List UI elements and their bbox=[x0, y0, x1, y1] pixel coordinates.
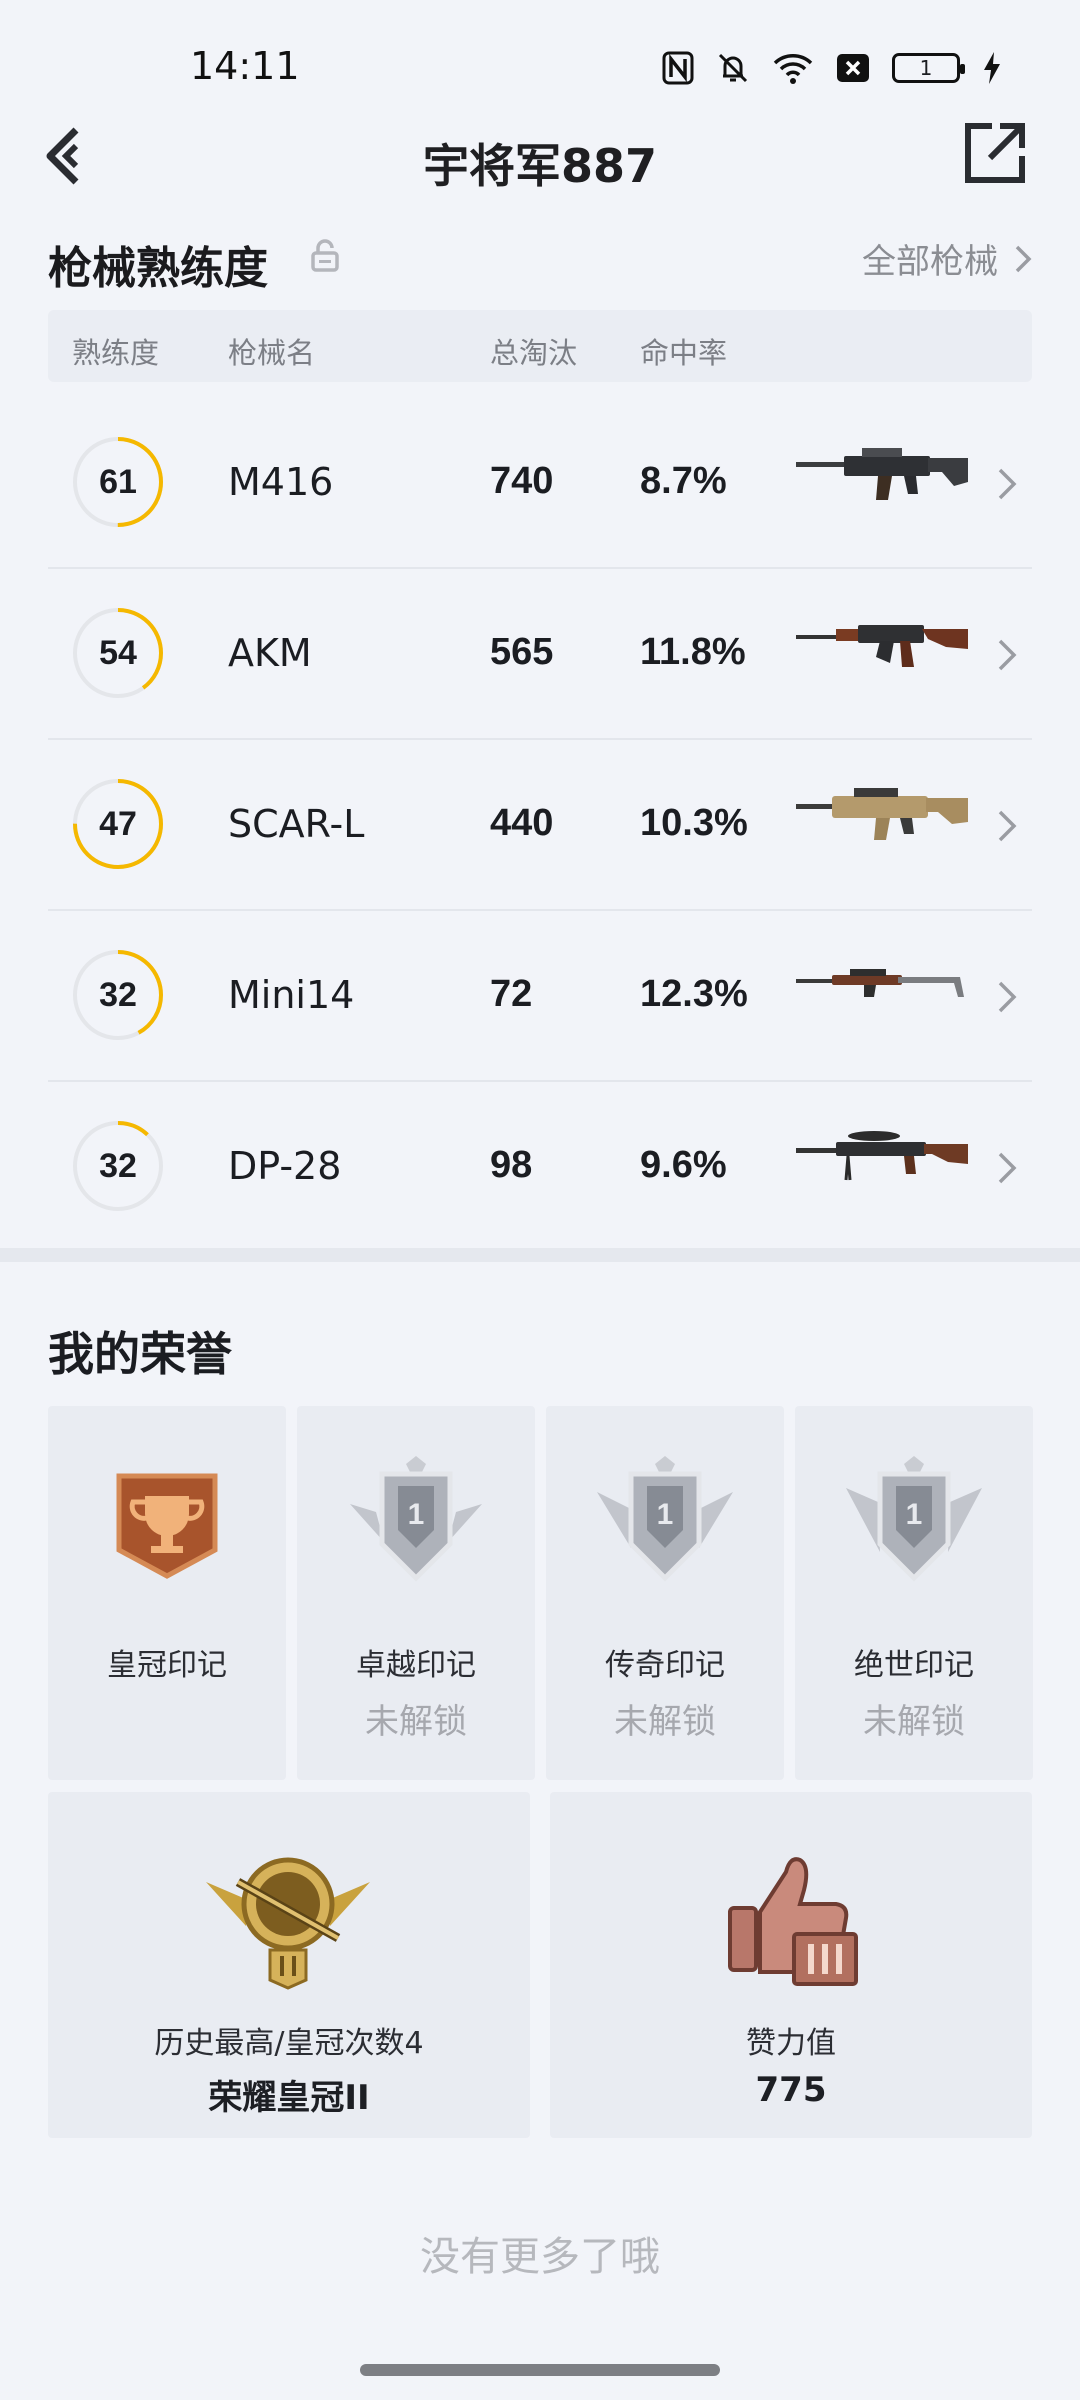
weapon-hit-rate: 11.8% bbox=[640, 631, 746, 673]
column-proficiency: 熟练度 bbox=[72, 336, 160, 370]
charging-icon bbox=[982, 51, 1002, 85]
all-weapons-link[interactable]: 全部枪械 bbox=[862, 234, 1032, 283]
svg-text:1: 1 bbox=[408, 1498, 425, 1531]
weapon-kills: 565 bbox=[490, 631, 554, 673]
weapon-hit-rate: 8.7% bbox=[640, 460, 727, 502]
mute-icon bbox=[716, 51, 750, 85]
proficiency-ring: 32 bbox=[70, 947, 166, 1043]
scar-l-rifle-image bbox=[796, 788, 968, 840]
column-weapon-name: 枪械名 bbox=[228, 336, 316, 370]
status-time: 14:11 bbox=[190, 44, 300, 88]
badge-peerless-mark[interactable]: 1 绝世印记 未解锁 bbox=[795, 1406, 1033, 1780]
stat-value: 775 bbox=[755, 2070, 827, 2110]
weapon-list: 61 M416 740 8.7% 54 AKM 565 11.8% 47 SCA… bbox=[48, 398, 1032, 1253]
wifi-icon bbox=[772, 51, 814, 85]
likes-card[interactable]: 赞力值 775 bbox=[550, 1792, 1032, 2138]
badge-lock-status: 未解锁 bbox=[365, 1702, 467, 1742]
proficiency-level: 32 bbox=[99, 975, 137, 1014]
weapon-section-title: 枪械熟练度 bbox=[48, 243, 268, 294]
share-button[interactable] bbox=[962, 120, 1028, 186]
weapon-row[interactable]: 61 M416 740 8.7% bbox=[48, 398, 1032, 569]
proficiency-level: 61 bbox=[99, 462, 137, 501]
badge-crown-mark[interactable]: 皇冠印记 bbox=[48, 1406, 286, 1780]
column-total-kills: 总淘汰 bbox=[490, 336, 578, 370]
proficiency-ring: 61 bbox=[70, 434, 166, 530]
weapon-hit-rate: 12.3% bbox=[640, 973, 748, 1015]
battery-icon: 1 bbox=[892, 53, 965, 83]
badge-lock-status: 未解锁 bbox=[863, 1702, 965, 1742]
weapon-kills: 440 bbox=[490, 802, 554, 844]
proficiency-level: 54 bbox=[99, 633, 137, 672]
proficiency-level: 32 bbox=[99, 1146, 137, 1185]
chevron-right-icon bbox=[1015, 245, 1032, 272]
weapon-name: SCAR-L bbox=[228, 802, 365, 846]
all-weapons-label: 全部枪械 bbox=[862, 242, 998, 282]
silver-rank-badge-icon: 1 bbox=[597, 1456, 733, 1582]
lock-icon[interactable] bbox=[310, 238, 340, 272]
svg-text:1: 1 bbox=[906, 1498, 923, 1531]
bronze-trophy-badge-icon bbox=[116, 1473, 218, 1579]
no-sim-icon bbox=[836, 53, 870, 83]
battery-level: 1 bbox=[919, 56, 933, 80]
weapon-kills: 98 bbox=[490, 1144, 533, 1186]
weapon-name: Mini14 bbox=[228, 973, 355, 1017]
weapon-name: DP-28 bbox=[228, 1144, 342, 1188]
weapon-kills: 740 bbox=[490, 460, 554, 502]
mini14-rifle-image bbox=[796, 969, 964, 997]
badge-excellence-mark[interactable]: 1 卓越印记 未解锁 bbox=[297, 1406, 535, 1780]
honor-section-title: 我的荣誉 bbox=[48, 1327, 232, 1381]
proficiency-ring: 47 bbox=[70, 776, 166, 872]
home-indicator[interactable] bbox=[360, 2364, 720, 2376]
top-nav-bar: 宇将军887 bbox=[0, 100, 1080, 210]
proficiency-ring: 54 bbox=[70, 605, 166, 701]
chevron-right-icon bbox=[998, 468, 1017, 500]
weapon-row[interactable]: 54 AKM 565 11.8% bbox=[48, 569, 1032, 740]
weapon-hit-rate: 10.3% bbox=[640, 802, 748, 844]
weapon-row[interactable]: 47 SCAR-L 440 10.3% bbox=[48, 740, 1032, 911]
svg-text:1: 1 bbox=[657, 1498, 674, 1531]
weapon-kills: 72 bbox=[490, 973, 533, 1015]
page-title: 宇将军887 bbox=[422, 139, 658, 193]
stat-value: 荣耀皇冠II bbox=[208, 2078, 370, 2118]
proficiency-level: 47 bbox=[99, 804, 137, 843]
section-divider bbox=[0, 1248, 1080, 1262]
badge-lock-status: 未解锁 bbox=[614, 1702, 716, 1742]
end-of-list-text: 没有更多了哦 bbox=[420, 2234, 660, 2280]
akm-rifle-image bbox=[796, 625, 968, 667]
dp28-machine-gun-image bbox=[796, 1131, 968, 1181]
chevron-right-icon bbox=[998, 810, 1017, 842]
share-external-icon bbox=[965, 123, 1025, 183]
gold-crown-rank-icon bbox=[206, 1857, 370, 1990]
badge-name: 传奇印记 bbox=[605, 1648, 725, 1683]
column-hit-rate: 命中率 bbox=[640, 336, 728, 370]
thumbs-up-rank-icon bbox=[728, 1857, 858, 1986]
badge-legend-mark[interactable]: 1 传奇印记 未解锁 bbox=[546, 1406, 784, 1780]
weapon-name: M416 bbox=[228, 460, 334, 504]
stat-label: 历史最高/皇冠次数4 bbox=[154, 2026, 424, 2061]
silver-rank-badge-icon: 1 bbox=[846, 1456, 982, 1582]
nfc-icon bbox=[662, 51, 694, 85]
weapon-row[interactable]: 32 Mini14 72 12.3% bbox=[48, 911, 1032, 1082]
weapon-table-header: 熟练度 枪械名 总淘汰 命中率 bbox=[48, 310, 1032, 382]
m416-rifle-image bbox=[796, 448, 968, 500]
stat-label: 赞力值 bbox=[746, 2026, 836, 2061]
badge-name: 卓越印记 bbox=[356, 1648, 476, 1683]
badge-name: 皇冠印记 bbox=[107, 1648, 227, 1683]
chevron-right-icon bbox=[998, 981, 1017, 1013]
silver-rank-badge-icon: 1 bbox=[350, 1456, 482, 1582]
weapon-name: AKM bbox=[228, 631, 312, 675]
chevron-right-icon bbox=[998, 639, 1017, 671]
weapon-section-header: 枪械熟练度 全部枪械 bbox=[48, 226, 1032, 296]
badge-name: 绝世印记 bbox=[854, 1648, 974, 1683]
weapon-row[interactable]: 32 DP-28 98 9.6% bbox=[48, 1082, 1032, 1253]
weapon-hit-rate: 9.6% bbox=[640, 1144, 727, 1186]
proficiency-ring: 32 bbox=[70, 1118, 166, 1214]
chevron-right-icon bbox=[998, 1152, 1017, 1184]
status-icons: 1 bbox=[662, 44, 1002, 92]
highest-rank-card[interactable]: 历史最高/皇冠次数4 荣耀皇冠II bbox=[48, 1792, 530, 2138]
